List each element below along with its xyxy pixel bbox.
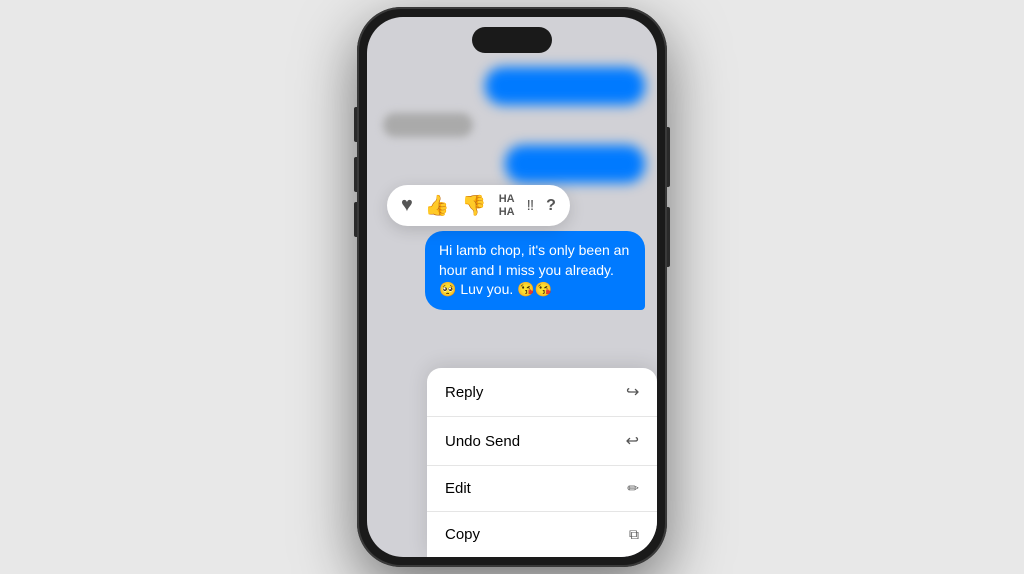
message-text: Hi lamb chop, it's only been an hour and…	[439, 242, 629, 297]
dynamic-island	[472, 27, 552, 53]
blurred-message-1	[485, 67, 645, 105]
reaction-haha[interactable]: HAHA	[499, 193, 515, 217]
reaction-thumbs-up[interactable]: 👍	[425, 193, 450, 218]
phone-frame: ♥ 👍 👎 HAHA ‼ ? Hi lamb chop, it's only b…	[357, 7, 667, 567]
context-menu-copy[interactable]: Copy ⧉	[427, 512, 657, 557]
copy-icon: ⧉	[629, 526, 639, 543]
edit-label: Edit	[445, 480, 471, 497]
context-menu-reply[interactable]: Reply ↩	[427, 368, 657, 417]
edit-icon: ✏	[627, 480, 639, 497]
blurred-label-1	[383, 113, 473, 137]
message-bubble: Hi lamb chop, it's only been an hour and…	[425, 231, 645, 310]
reply-icon: ↩	[626, 382, 639, 402]
reaction-question[interactable]: ?	[546, 197, 556, 215]
reaction-thumbs-down[interactable]: 👎	[462, 193, 487, 218]
reaction-heart[interactable]: ♥	[401, 194, 413, 217]
undo-send-label: Undo Send	[445, 433, 520, 450]
copy-label: Copy	[445, 526, 480, 543]
blurred-message-2	[505, 145, 645, 183]
undo-send-icon: ↩	[626, 431, 639, 451]
context-menu-edit[interactable]: Edit ✏	[427, 466, 657, 512]
context-menu-undo-send[interactable]: Undo Send ↩	[427, 417, 657, 466]
phone-screen: ♥ 👍 👎 HAHA ‼ ? Hi lamb chop, it's only b…	[367, 17, 657, 557]
reaction-emphasis[interactable]: ‼	[527, 197, 535, 214]
reaction-bar: ♥ 👍 👎 HAHA ‼ ?	[387, 185, 570, 226]
reply-label: Reply	[445, 384, 483, 401]
messages-area: ♥ 👍 👎 HAHA ‼ ? Hi lamb chop, it's only b…	[367, 17, 657, 557]
context-menu: Reply ↩ Undo Send ↩ Edit ✏ Copy ⧉	[427, 368, 657, 557]
